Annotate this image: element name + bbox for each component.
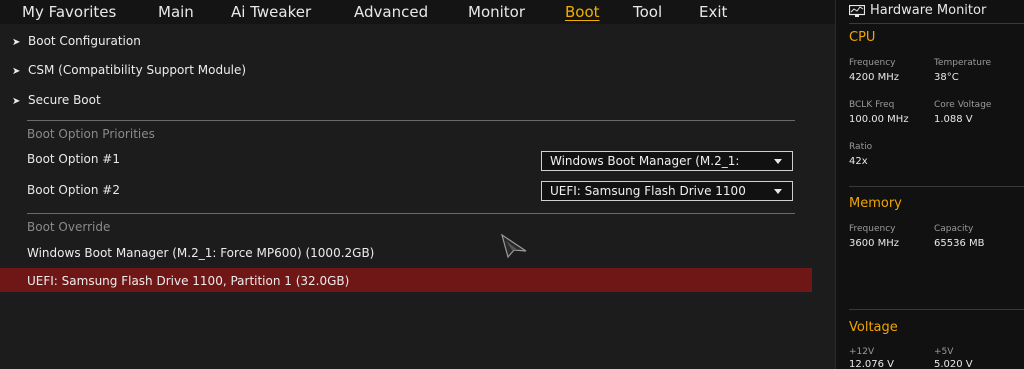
- hardware-monitor-title: Hardware Monitor: [870, 3, 987, 18]
- boot-override-item-usb[interactable]: UEFI: Samsung Flash Drive 1100, Partitio…: [27, 274, 349, 288]
- chevron-down-icon: [774, 159, 782, 164]
- boot-option-2-select[interactable]: UEFI: Samsung Flash Drive 1100: [541, 181, 793, 201]
- arrow-right-icon: ➤: [12, 37, 21, 48]
- voltage-heading: Voltage: [849, 320, 898, 335]
- memory-capacity-value: 65536 MB: [934, 238, 985, 249]
- memory-frequency-label: Frequency: [849, 224, 896, 234]
- boot-option-1-label: Boot Option #1: [27, 152, 120, 166]
- divider: [27, 213, 795, 214]
- divider: [849, 23, 1024, 24]
- tab-main[interactable]: Main: [158, 3, 194, 21]
- cpu-temperature-value: 38°C: [934, 72, 959, 83]
- main-content: ➤ Boot Configuration ➤ CSM (Compatibility …: [0, 24, 835, 369]
- tab-exit[interactable]: Exit: [699, 3, 727, 21]
- boot-option-1-select[interactable]: Windows Boot Manager (M.2_1:: [541, 151, 793, 171]
- cpu-frequency-label: Frequency: [849, 58, 896, 68]
- top-menu-bar: My Favorites Main Ai Tweaker Advanced Mo…: [0, 0, 835, 24]
- core-voltage-value: 1.088 V: [934, 114, 973, 125]
- memory-capacity-label: Capacity: [934, 224, 974, 234]
- core-voltage-label: Core Voltage: [934, 100, 992, 110]
- ratio-label: Ratio: [849, 142, 873, 152]
- boot-override-item-windows[interactable]: Windows Boot Manager (M.2_1: Force MP600…: [27, 246, 374, 260]
- tab-ai-tweaker[interactable]: Ai Tweaker: [231, 3, 311, 21]
- submenu-csm[interactable]: ➤ CSM (Compatibility Support Module): [12, 63, 246, 77]
- submenu-secure-boot[interactable]: ➤ Secure Boot: [12, 93, 101, 107]
- submenu-boot-configuration[interactable]: ➤ Boot Configuration: [12, 34, 141, 48]
- hardware-monitor-panel: Hardware Monitor CPU Frequency Temperatu…: [835, 0, 1024, 369]
- boot-priorities-heading: Boot Option Priorities: [27, 127, 155, 141]
- boot-option-2-label: Boot Option #2: [27, 183, 120, 197]
- bclk-label: BCLK Freq: [849, 100, 895, 110]
- chevron-down-icon: [774, 189, 782, 194]
- boot-override-heading: Boot Override: [27, 220, 111, 234]
- tab-monitor[interactable]: Monitor: [468, 3, 525, 21]
- tab-boot[interactable]: Boot: [565, 3, 600, 21]
- bclk-value: 100.00 MHz: [849, 114, 909, 125]
- submenu-label: CSM (Compatibility Support Module): [28, 63, 247, 77]
- mouse-cursor-icon: [500, 233, 527, 259]
- ratio-value: 42x: [849, 156, 868, 167]
- v5-value: 5.020 V: [934, 359, 973, 369]
- cpu-temperature-label: Temperature: [934, 58, 992, 68]
- tab-my-favorites[interactable]: My Favorites: [22, 3, 116, 21]
- arrow-right-icon: ➤: [12, 66, 21, 77]
- submenu-label: Secure Boot: [28, 93, 101, 107]
- tab-tool[interactable]: Tool: [633, 3, 662, 21]
- divider: [27, 120, 795, 121]
- v12-value: 12.076 V: [849, 359, 895, 369]
- boot-option-2-value: UEFI: Samsung Flash Drive 1100: [550, 184, 746, 198]
- tab-advanced[interactable]: Advanced: [354, 3, 428, 21]
- divider: [849, 309, 1024, 310]
- cpu-heading: CPU: [849, 30, 876, 45]
- submenu-label: Boot Configuration: [28, 34, 141, 48]
- arrow-right-icon: ➤: [12, 96, 21, 107]
- cpu-frequency-value: 4200 MHz: [849, 72, 900, 83]
- divider: [849, 186, 1024, 187]
- v5-label: +5V: [934, 347, 954, 357]
- memory-heading: Memory: [849, 196, 902, 211]
- boot-option-1-value: Windows Boot Manager (M.2_1:: [550, 154, 740, 168]
- v12-label: +12V: [849, 347, 875, 357]
- memory-frequency-value: 3600 MHz: [849, 238, 900, 249]
